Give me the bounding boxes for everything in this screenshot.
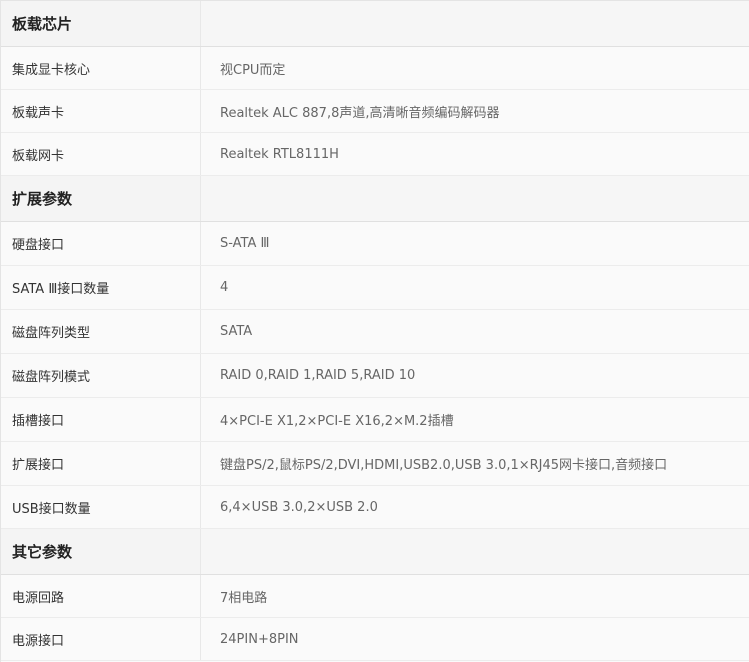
section-title: 扩展参数 xyxy=(1,176,201,221)
spec-key: USB接口数量 xyxy=(1,486,201,528)
spec-value: 6,4×USB 3.0,2×USB 2.0 xyxy=(220,499,378,515)
spec-key: 磁盘阵列类型 xyxy=(1,310,201,353)
spec-table: 板载芯片 集成显卡核心 视CPU而定 板载声卡 Realtek ALC 887,… xyxy=(0,0,749,662)
section-header-expansion-params: 扩展参数 xyxy=(1,176,749,222)
section-header-empty-cell xyxy=(201,1,749,46)
spec-value: 键盘PS/2,鼠标PS/2,DVI,HDMI,USB2.0,USB 3.0,1×… xyxy=(220,458,668,473)
spec-row: 磁盘阵列类型 SATA xyxy=(1,310,749,354)
spec-key: 电源回路 xyxy=(1,575,201,617)
spec-value: 视CPU而定 xyxy=(220,62,286,78)
spec-row: 板载声卡 Realtek ALC 887,8声道,高清晰音频编码解码器 xyxy=(1,90,749,133)
spec-key: 扩展接口 xyxy=(1,442,201,485)
spec-row: 插槽接口 4×PCI-E X1,2×PCI-E X16,2×M.2插槽 xyxy=(1,398,749,442)
section-header-empty-cell xyxy=(201,176,749,221)
spec-value: SATA xyxy=(220,324,253,339)
spec-key: 集成显卡核心 xyxy=(1,47,201,89)
spec-key: 板载网卡 xyxy=(1,133,201,175)
spec-key: 磁盘阵列模式 xyxy=(1,354,201,397)
spec-value: 7相电路 xyxy=(220,590,268,606)
spec-row: 电源接口 24PIN+8PIN xyxy=(1,618,749,661)
spec-key: 板载声卡 xyxy=(1,90,201,132)
section-header-empty-cell xyxy=(201,529,749,574)
spec-row: 板载网卡 Realtek RTL8111H xyxy=(1,133,749,176)
spec-row: 硬盘接口 S-ATA Ⅲ xyxy=(1,222,749,266)
spec-key: 插槽接口 xyxy=(1,398,201,441)
spec-value: 4×PCI-E X1,2×PCI-E X16,2×M.2插槽 xyxy=(220,414,454,429)
section-title: 其它参数 xyxy=(1,529,201,574)
spec-value: Realtek RTL8111H xyxy=(220,146,339,162)
spec-value: Realtek ALC 887,8声道,高清晰音频编码解码器 xyxy=(220,105,500,121)
spec-key: 硬盘接口 xyxy=(1,222,201,265)
spec-key: SATA Ⅲ接口数量 xyxy=(1,266,201,309)
section-title: 板载芯片 xyxy=(1,1,201,46)
spec-value: 4 xyxy=(220,280,229,295)
spec-row: 磁盘阵列模式 RAID 0,RAID 1,RAID 5,RAID 10 xyxy=(1,354,749,398)
spec-row: SATA Ⅲ接口数量 4 xyxy=(1,266,749,310)
spec-row: 扩展接口 键盘PS/2,鼠标PS/2,DVI,HDMI,USB2.0,USB 3… xyxy=(1,442,749,486)
spec-row: USB接口数量 6,4×USB 3.0,2×USB 2.0 xyxy=(1,486,749,529)
spec-row: 集成显卡核心 视CPU而定 xyxy=(1,47,749,90)
spec-value: S-ATA Ⅲ xyxy=(220,236,270,251)
spec-key: 电源接口 xyxy=(1,618,201,660)
section-header-onboard-chips: 板载芯片 xyxy=(1,1,749,47)
spec-value: 24PIN+8PIN xyxy=(220,631,299,647)
section-header-other-params: 其它参数 xyxy=(1,529,749,575)
spec-row: 电源回路 7相电路 xyxy=(1,575,749,618)
spec-value: RAID 0,RAID 1,RAID 5,RAID 10 xyxy=(220,368,416,383)
